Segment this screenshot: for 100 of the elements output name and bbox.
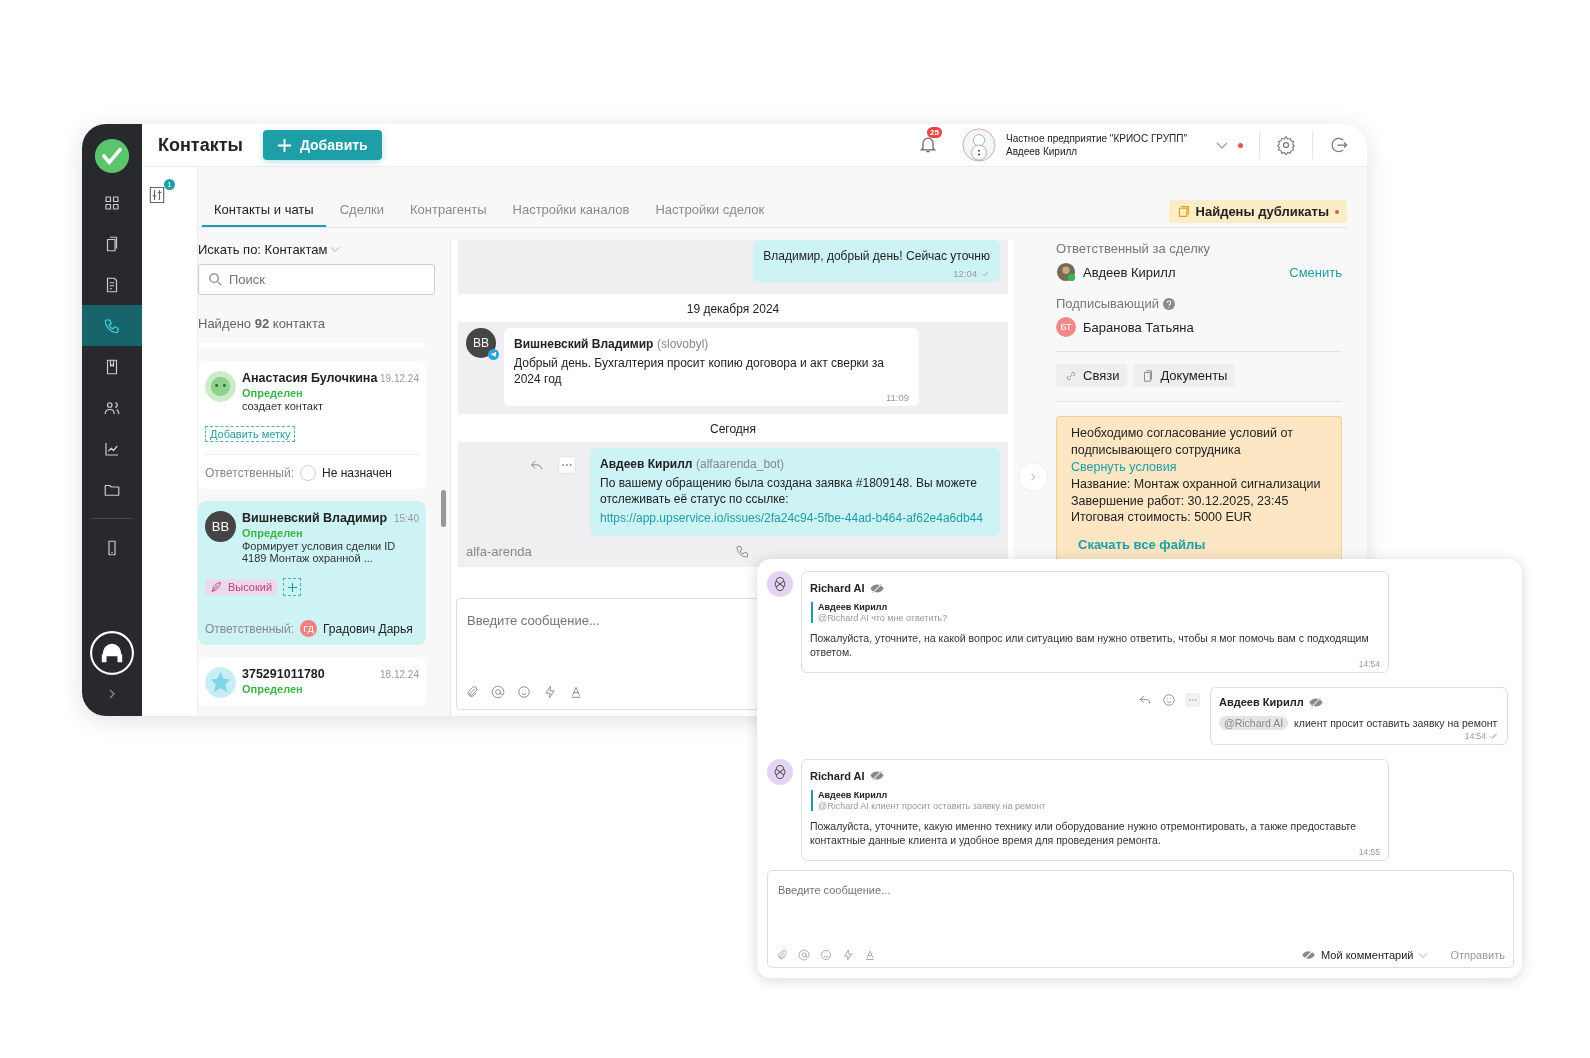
flower-avatar-icon	[205, 667, 236, 698]
contact-avatar: ВВ	[205, 511, 236, 542]
leaf-icon	[210, 581, 222, 593]
text-format-icon[interactable]	[864, 949, 876, 961]
status-dot	[1238, 142, 1243, 148]
message-time: 14:54	[1464, 730, 1499, 741]
responsible-name: Авдеев Кирилл	[1083, 264, 1176, 280]
copy-icon	[1176, 205, 1190, 218]
contact-name: Вишневский Владимир	[242, 511, 388, 525]
channel-name: alfa-arenda	[466, 543, 532, 559]
hidden-eye-icon	[868, 582, 885, 594]
message-link[interactable]: https://app.upservice.io/issues/2fa24c94-5fbe-44ad-b464-af62e4a6db44	[600, 510, 990, 533]
add-button[interactable]: Добавить	[262, 130, 382, 160]
comment-mode-dropdown[interactable]: Мой комментарий	[1301, 949, 1429, 961]
headset-icon[interactable]	[89, 630, 135, 676]
responsible-name: Не назначен	[322, 466, 392, 480]
quote-author: Авдеев Кирилл	[818, 789, 889, 800]
phone-icon	[103, 316, 121, 335]
lightning-icon[interactable]	[543, 685, 557, 699]
tab[interactable]: Настройки каналов	[500, 202, 642, 227]
hidden-eye-icon	[1301, 950, 1317, 960]
contact-status: Определен	[242, 683, 304, 695]
search-field[interactable]: Поиск	[198, 264, 435, 295]
smile-icon[interactable]	[820, 949, 832, 961]
chevron-down-icon	[1418, 950, 1429, 960]
contact-card[interactable]: Анастасия Булочкина 19.12.24 Определен создает контакт Добавить метку Ответственный: Не назначен	[198, 361, 426, 489]
deal-detail: Завершение работ: 30.12.2025, 23:45	[1071, 492, 1290, 510]
responsible-name: Градович Дарья	[323, 621, 413, 636]
message-author: Авдеев Кирилл	[600, 456, 693, 471]
logout-icon[interactable]	[1329, 135, 1349, 155]
quote-text: @Richard AI клиент просит оставить заявку на ремонт	[818, 800, 1047, 811]
more-icon[interactable]	[1186, 693, 1200, 708]
filter-icon[interactable]	[147, 185, 167, 205]
deal-button[interactable]: Документы	[1133, 364, 1236, 387]
message-text: Владимир, добрый день! Сейчас уточню	[763, 248, 990, 265]
responsible-label: Ответственный за сделку	[1056, 241, 1212, 256]
message-input[interactable]: Введите сообщение...	[776, 881, 1480, 899]
paperclip-icon[interactable]	[465, 685, 479, 699]
message-time: 14:55	[1358, 846, 1380, 857]
notice-text: Необходимо согласование условий от подписывающего сотрудника	[1071, 425, 1294, 459]
company-name: Частное предприятие "КРИОС ГРУПП"	[1006, 133, 1189, 144]
avatar	[962, 128, 996, 162]
signer-name: Баранова Татьяна	[1083, 319, 1194, 335]
contact-card[interactable]: ВВ Вишневский Владимир 15:40 Определен Формирует условия сделки ID 4189 Монтаж охранной ... Высокий Ответственный: ГД Градович Дарья	[198, 501, 426, 645]
responsible-avatar: ГД	[300, 620, 318, 637]
tab[interactable]: Сделки	[327, 202, 396, 227]
message-time: 12:04	[953, 268, 990, 280]
collapse-link[interactable]: Свернуть условия	[1071, 458, 1327, 476]
quote-author: Авдеев Кирилл	[818, 602, 889, 612]
chevron-right-icon	[1028, 472, 1038, 482]
smile-icon[interactable]	[1162, 693, 1176, 708]
search-by-dropdown[interactable]: Искать по: Контактам	[198, 240, 438, 258]
add-tag-button[interactable]: Добавить метку	[205, 426, 296, 442]
message-handle: (slovobyl)	[657, 337, 709, 352]
change-link[interactable]: Сменить	[1289, 264, 1342, 280]
mention-icon[interactable]	[798, 949, 810, 961]
deal-button[interactable]: Связи	[1056, 364, 1128, 387]
tab[interactable]: Контакты и чаты	[202, 202, 326, 227]
person-avatar-icon	[1056, 262, 1076, 282]
contact-name: 375291011780	[242, 667, 325, 681]
contact-status: Определен	[242, 387, 304, 399]
message-input[interactable]: Введите сообщение...	[465, 609, 739, 631]
ai-avatar-icon	[767, 758, 793, 785]
check-icon	[980, 269, 990, 278]
message-author: Авдеев Кирилл	[1219, 696, 1304, 709]
settings-icon[interactable]	[1276, 135, 1296, 155]
collapse-toggle[interactable]	[1018, 462, 1048, 492]
help-icon[interactable]	[1163, 297, 1175, 310]
download-link[interactable]: Скачать все файлы	[1078, 536, 1327, 554]
message-text: По вашему обращению была создана заявка #1809148. Вы можете отслеживать её статус по ссылке:	[600, 474, 978, 507]
priority-tag: Высокий	[205, 579, 278, 595]
responsible-label: Ответственный:	[205, 621, 295, 636]
more-icon[interactable]	[558, 455, 576, 474]
contact-preview: Формирует условия сделки ID 4189 Монтаж охранной ...	[242, 540, 397, 564]
contact-status: Определен	[242, 527, 304, 539]
smile-icon[interactable]	[517, 685, 531, 699]
message-time: 11:09	[885, 391, 909, 403]
message-handle: (alfaarenda_bot)	[696, 456, 785, 471]
grid-icon	[103, 193, 121, 212]
date-separator: Сегодня	[709, 420, 757, 438]
tab[interactable]: Настройки сделок	[643, 202, 777, 227]
signer-label: Подписывающий	[1056, 296, 1159, 311]
deal-detail: Итоговая стоимость: 5000 EUR	[1071, 509, 1253, 527]
contact-card[interactable]: 375291011780 18.12.24 Определен	[198, 657, 426, 706]
text-format-icon[interactable]	[569, 685, 583, 699]
contact-date: 15:40	[393, 513, 419, 524]
duplicates-button[interactable]: Найдены дубликаты	[1168, 200, 1347, 223]
message-text: Пожалуйста, уточните, на какой вопрос или ситуацию вам нужно ответить, чтобы я мог помочь вам с подходящим ответом.	[810, 631, 1370, 660]
add-tag-button[interactable]	[283, 578, 302, 596]
paperclip-icon[interactable]	[776, 949, 788, 961]
contact-date: 18.12.24	[380, 669, 419, 680]
filter-badge: 1	[164, 179, 175, 190]
sender-avatar: ВВ	[466, 328, 496, 359]
check-logo-icon	[94, 138, 130, 174]
contact-date: 19.12.24	[380, 373, 419, 384]
mention-icon[interactable]	[491, 685, 505, 699]
lightning-icon[interactable]	[842, 949, 854, 961]
message-author: Вишневский Владимир	[514, 337, 654, 352]
send-button[interactable]: Отправить	[1450, 949, 1505, 961]
tab[interactable]: Контрагенты	[397, 202, 499, 227]
